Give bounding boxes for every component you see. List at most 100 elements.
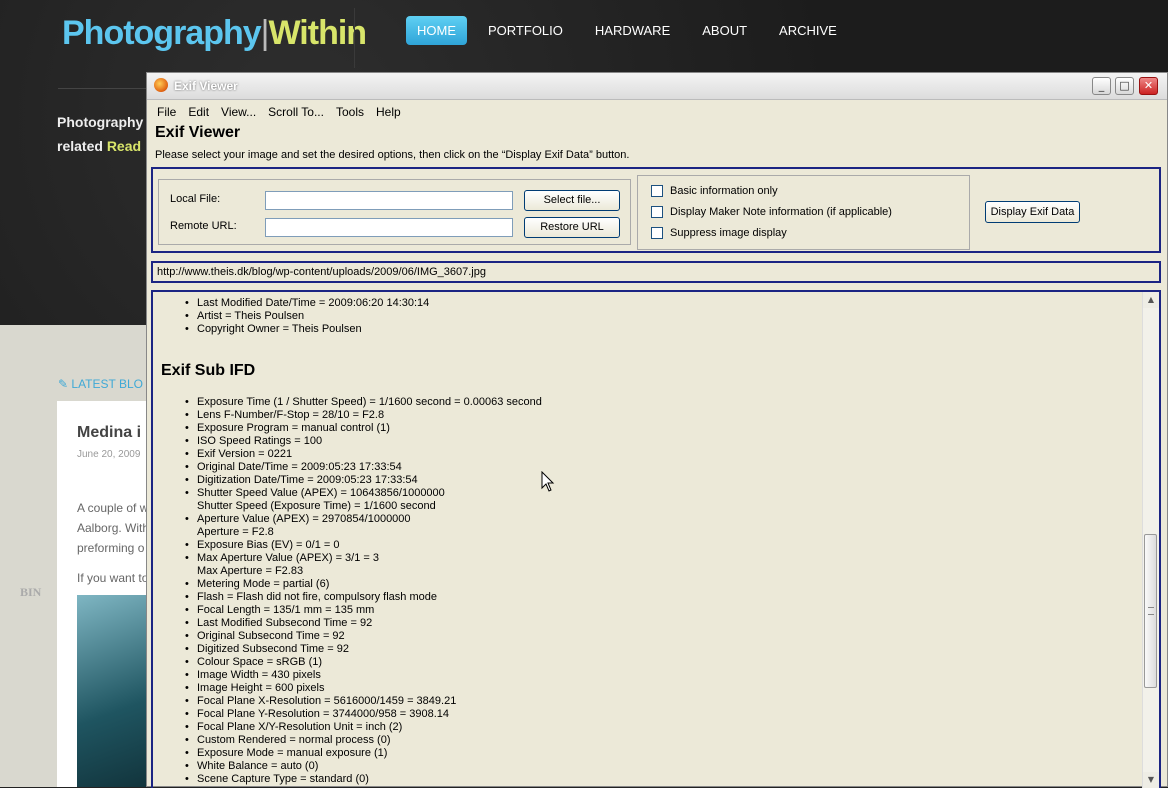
option-maker-note[interactable]: Display Maker Note information (if appli… xyxy=(651,206,892,218)
exif-entry: Original Subsecond Time = 92 xyxy=(185,630,542,643)
exif-entry: Shutter Speed (Exposure Time) = 1/1600 s… xyxy=(197,500,436,512)
scroll-up-arrow-icon[interactable]: ▲ xyxy=(1143,292,1159,308)
source-group: Local File: Select file... Remote URL: R… xyxy=(158,179,631,245)
display-exif-data-button[interactable]: Display Exif Data xyxy=(985,201,1080,223)
local-file-label: Local File: xyxy=(170,193,221,205)
menu-file[interactable]: File xyxy=(151,103,182,121)
exif-sub-ifd-list: Exposure Time (1 / Shutter Speed) = 1/16… xyxy=(185,396,542,786)
exif-entry: Focal Plane X/Y-Resolution Unit = inch (… xyxy=(185,721,542,734)
option-label: Basic information only xyxy=(670,185,778,197)
post-title[interactable]: Medina i xyxy=(77,424,141,442)
nav-home[interactable]: HOME xyxy=(406,16,467,45)
exif-entry: Image Height = 600 pixels xyxy=(185,682,542,695)
logo-text-right: Within xyxy=(268,14,368,52)
exif-entry: Digitized Subsecond Time = 92 xyxy=(185,643,542,656)
firefox-icon xyxy=(154,78,168,92)
minimize-button[interactable]: _ xyxy=(1092,77,1111,95)
menu-edit[interactable]: Edit xyxy=(182,103,215,121)
intro-line-1: Photography xyxy=(57,114,144,130)
vertical-scrollbar[interactable]: ▲ ▼ xyxy=(1142,292,1159,788)
checkbox[interactable] xyxy=(651,185,663,197)
image-url-display[interactable]: http://www.theis.dk/blog/wp-content/uplo… xyxy=(151,261,1161,283)
nav-portfolio[interactable]: PORTFOLIO xyxy=(477,16,574,45)
menu-bar: File Edit View... Scroll To... Tools Hel… xyxy=(151,103,407,121)
background-image-text: BIN xyxy=(20,585,42,599)
menu-scroll-to[interactable]: Scroll To... xyxy=(262,103,330,121)
exif-entry: Exif Version = 0221 xyxy=(185,448,542,461)
section-title: Exif Sub IFD xyxy=(161,362,256,379)
mouse-cursor-icon xyxy=(541,471,555,492)
latest-blog-label: LATEST BLO xyxy=(71,377,143,391)
exif-entry: Max Aperture Value (APEX) = 3/1 = 3 xyxy=(185,552,542,565)
select-file-button[interactable]: Select file... xyxy=(524,190,620,211)
checkbox[interactable] xyxy=(651,227,663,239)
post-date: June 20, 2009 xyxy=(77,449,141,460)
scrollbar-thumb[interactable] xyxy=(1144,534,1157,688)
exif-entry: Lens F-Number/F-Stop = 28/10 = F2.8 xyxy=(185,409,542,422)
window-titlebar[interactable]: Exif Viewer _ □ ✕ xyxy=(147,73,1167,100)
exif-entry: Exposure Bias (EV) = 0/1 = 0 xyxy=(185,539,542,552)
exif-entry: Shutter Speed Value (APEX) = 10643856/10… xyxy=(185,487,542,500)
exif-entry: Metering Mode = partial (6) xyxy=(185,578,542,591)
post-line: Aalborg. With xyxy=(77,521,150,535)
minimize-icon: _ xyxy=(1098,79,1105,92)
instructions-text: Please select your image and set the des… xyxy=(155,149,630,161)
exif-entry: Artist = Theis Poulsen xyxy=(185,310,429,323)
remote-url-input[interactable] xyxy=(265,218,513,237)
exif-results-pane: Last Modified Date/Time = 2009:06:20 14:… xyxy=(151,290,1161,788)
local-file-input[interactable] xyxy=(265,191,513,210)
exif-entry: Colour Space = sRGB (1) xyxy=(185,656,542,669)
nav-about[interactable]: ABOUT xyxy=(691,16,758,45)
post-excerpt: A couple of w Aalborg. With preforming o… xyxy=(77,498,149,588)
header-divider xyxy=(354,8,355,68)
site-nav: HOME PORTFOLIO HARDWARE ABOUT ARCHIVE xyxy=(406,16,858,45)
maximize-button[interactable]: □ xyxy=(1115,77,1134,95)
menu-tools[interactable]: Tools xyxy=(330,103,370,121)
scroll-down-arrow-icon[interactable]: ▼ xyxy=(1143,772,1159,788)
exif-entry: White Balance = auto (0) xyxy=(185,760,542,773)
exif-entry: Exposure Time (1 / Shutter Speed) = 1/16… xyxy=(185,396,542,409)
app-title: Exif Viewer xyxy=(155,124,241,141)
option-basic-info[interactable]: Basic information only xyxy=(651,185,778,197)
exif-entry: Digitization Date/Time = 2009:05:23 17:3… xyxy=(185,474,542,487)
post-line: preforming o xyxy=(77,541,145,555)
post-image[interactable] xyxy=(77,595,147,787)
exif-entry: Focal Plane X-Resolution = 5616000/1459 … xyxy=(185,695,542,708)
site-intro: Photography related Read xyxy=(57,110,143,158)
post-line: A couple of w xyxy=(77,501,149,515)
ifd0-list: Last Modified Date/Time = 2009:06:20 14:… xyxy=(185,297,429,336)
exif-entry: Copyright Owner = Theis Poulsen xyxy=(185,323,429,336)
logo-separator: | xyxy=(260,14,270,52)
exif-entry: Last Modified Subsecond Time = 92 xyxy=(185,617,542,630)
grip-icon xyxy=(1148,607,1154,615)
post-line xyxy=(77,558,149,568)
exif-entry: Exposure Mode = manual exposure (1) xyxy=(185,747,542,760)
site-logo[interactable]: Photography|Within xyxy=(62,14,368,53)
exif-entry: Exposure Program = manual control (1) xyxy=(185,422,542,435)
exif-entry: Focal Plane Y-Resolution = 3744000/958 =… xyxy=(185,708,542,721)
latest-blog-heading: ✎ LATEST BLO xyxy=(58,377,143,391)
option-label: Suppress image display xyxy=(670,227,787,239)
menu-help[interactable]: Help xyxy=(370,103,407,121)
intro-line-2: related xyxy=(57,138,107,154)
exif-entry: Focal Length = 135/1 mm = 135 mm xyxy=(185,604,542,617)
exif-viewer-window: Exif Viewer _ □ ✕ File Edit View... Scro… xyxy=(146,72,1168,788)
option-suppress-image[interactable]: Suppress image display xyxy=(651,227,787,239)
checkbox[interactable] xyxy=(651,206,663,218)
restore-url-button[interactable]: Restore URL xyxy=(524,217,620,238)
nav-archive[interactable]: ARCHIVE xyxy=(768,16,848,45)
exif-entry: ISO Speed Ratings = 100 xyxy=(185,435,542,448)
options-panel: Local File: Select file... Remote URL: R… xyxy=(151,167,1161,253)
intro-read-link[interactable]: Read xyxy=(107,138,141,154)
logo-text-left: Photography xyxy=(62,14,262,52)
display-options-group: Basic information only Display Maker Not… xyxy=(637,175,970,250)
close-button[interactable]: ✕ xyxy=(1139,77,1158,95)
exif-entry: Custom Rendered = normal process (0) xyxy=(185,734,542,747)
post-line: If you want to xyxy=(77,571,149,585)
menu-view[interactable]: View... xyxy=(215,103,262,121)
exif-entry: Image Width = 430 pixels xyxy=(185,669,542,682)
window-title: Exif Viewer xyxy=(174,79,238,93)
nav-hardware[interactable]: HARDWARE xyxy=(584,16,681,45)
exif-entry: Flash = Flash did not fire, compulsory f… xyxy=(185,591,542,604)
maximize-icon: □ xyxy=(1119,79,1130,92)
